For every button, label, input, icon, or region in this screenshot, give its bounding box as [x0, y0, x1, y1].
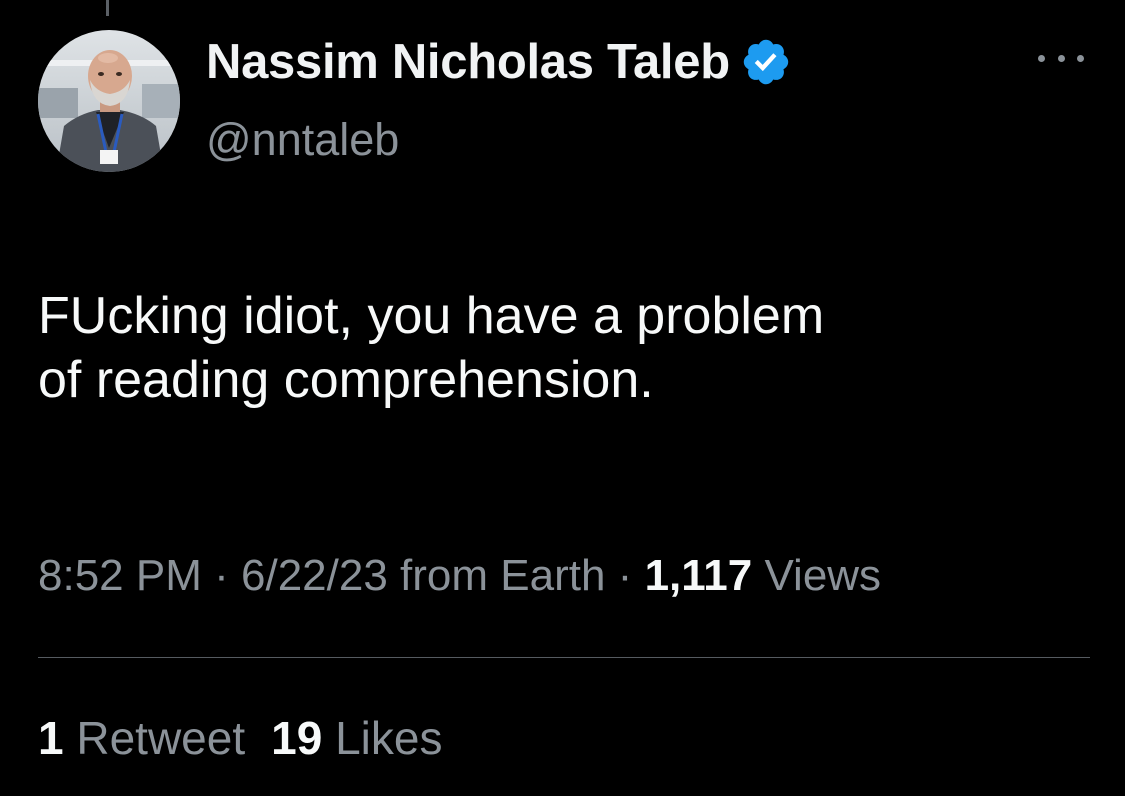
tweet-meta: 8:52 PM · 6/22/23 from Earth · 1,117 Vie… [38, 548, 1088, 604]
thread-connector-line [106, 0, 109, 16]
more-dots-icon[interactable] [1038, 46, 1084, 70]
likes-label: Likes [335, 712, 443, 764]
author-name-row[interactable]: Nassim Nicholas Taleb [206, 34, 792, 90]
retweets-count: 1 [38, 712, 64, 764]
engagement-stats: 1 Retweet 19 Likes [38, 710, 442, 766]
author-handle[interactable]: @nntaleb [206, 114, 399, 166]
tweet-date[interactable]: 6/22/23 [241, 551, 388, 600]
more-dot [1038, 54, 1045, 62]
more-dot [1077, 54, 1084, 62]
more-dot [1057, 54, 1065, 62]
views-label: Views [764, 551, 882, 600]
meta-separator: · [617, 551, 633, 600]
divider [38, 657, 1090, 658]
likes-link[interactable]: 19 Likes [271, 712, 442, 764]
tweet-time[interactable]: 8:52 PM [38, 551, 202, 600]
author-display-name[interactable]: Nassim Nicholas Taleb [206, 34, 730, 90]
tweet-source: from Earth [400, 551, 606, 600]
avatar-photo [38, 30, 180, 172]
avatar[interactable] [38, 30, 180, 172]
meta-separator: · [214, 551, 229, 600]
tweet-text: FUcking idiot, you have a problem of rea… [38, 287, 825, 409]
retweets-label: Retweet [76, 712, 246, 764]
verified-badge-icon[interactable] [740, 36, 792, 88]
retweets-link[interactable]: 1 Retweet [38, 712, 245, 764]
views-count: 1,117 [644, 551, 753, 600]
likes-count: 19 [271, 712, 323, 764]
